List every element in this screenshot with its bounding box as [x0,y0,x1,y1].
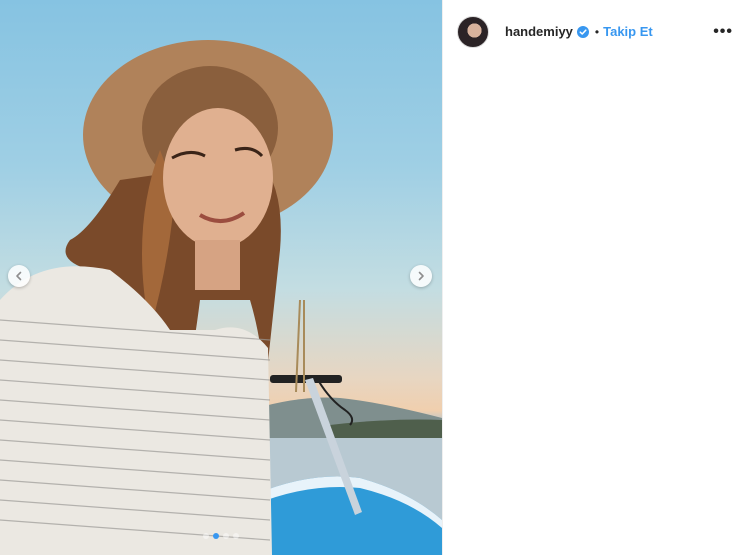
follow-button[interactable]: Takip Et [603,24,653,39]
post-photo [0,40,442,555]
more-options-icon[interactable]: ••• [713,23,733,40]
post-media[interactable] [0,0,442,555]
header-separator: • [594,24,600,39]
post-sidebar: handemiyy • Takip Et ••• [442,0,747,555]
post-header: handemiyy • Takip Et ••• [443,0,747,63]
post-dialog: handemiyy • Takip Et ••• [0,0,747,555]
username-link[interactable]: handemiyy [505,24,573,39]
carousel-indicator [0,533,442,539]
carousel-next-button[interactable] [410,265,432,287]
carousel-dot [203,533,209,539]
carousel-prev-button[interactable] [8,265,30,287]
chevron-right-icon [418,271,424,281]
carousel-dot [223,533,229,539]
chevron-left-icon [16,271,22,281]
verified-badge-icon [576,25,589,38]
carousel-dot [233,533,239,539]
carousel-dot [213,533,219,539]
avatar[interactable] [457,15,489,48]
